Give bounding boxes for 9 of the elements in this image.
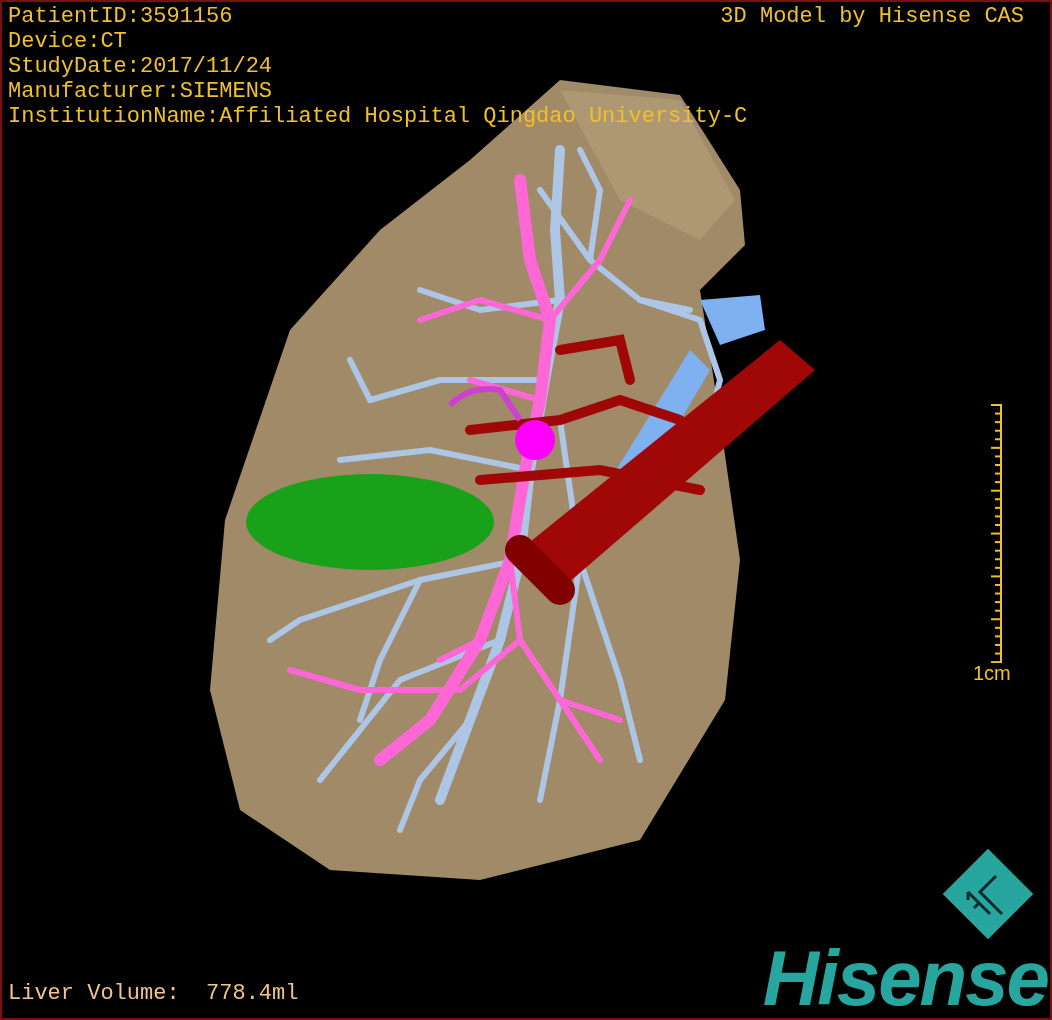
patient-info-text: StudyDate:2017/11/24	[8, 54, 273, 79]
scale-ruler-icon	[989, 404, 1003, 663]
patient-info-text: Device:CT	[8, 29, 127, 54]
scale-label: 1cm	[973, 662, 1011, 684]
viewer-title: 3D Model by Hisense CAS	[720, 4, 1024, 29]
patient-info-text: Manufacturer:SIEMENS	[8, 79, 273, 104]
patient-info-text: PatientID:3591156	[8, 4, 233, 29]
logo-wordmark: Hisense	[762, 938, 1048, 1018]
liver-volume-text: Liver Volume: 778.4ml	[8, 981, 299, 1006]
